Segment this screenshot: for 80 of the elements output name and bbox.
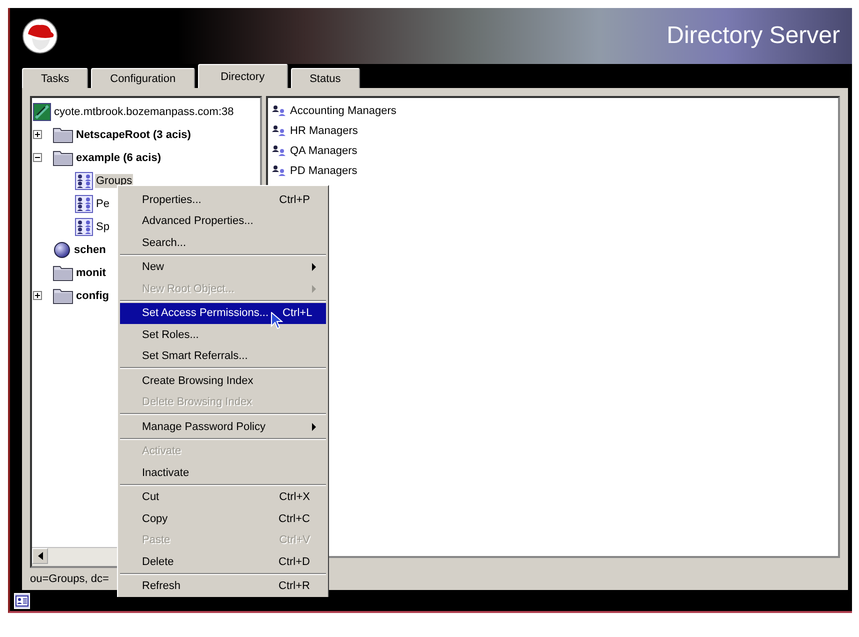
- tab[interactable]: Tasks: [22, 68, 88, 88]
- globe-icon: [53, 240, 71, 258]
- folder-icon: [53, 126, 73, 142]
- left-arrow-icon[interactable]: [38, 552, 42, 560]
- group-icon: [272, 125, 286, 137]
- menu-item[interactable]: Properties... Ctrl+P: [120, 189, 326, 210]
- menu-item-label: Create Browsing Index: [142, 374, 254, 387]
- shortcut-text: Ctrl+V: [279, 534, 311, 546]
- menu-item-label: Delete Browsing Index: [142, 396, 252, 408]
- folder-icon: [53, 150, 73, 166]
- menu-item[interactable]: Set Smart Referrals...: [120, 346, 326, 367]
- menu-item-label: Copy: [142, 512, 168, 525]
- shortcut-text: Ctrl+D: [278, 556, 311, 568]
- menu-item-label: Manage Password Policy: [142, 420, 266, 433]
- tree-item[interactable]: NetscapeRoot (3 acis): [75, 128, 192, 142]
- tree-item[interactable]: monit: [75, 266, 107, 280]
- app-title: Directory Server: [666, 22, 840, 50]
- submenu-arrow-icon: [312, 263, 316, 272]
- menu-item-label: Refresh: [142, 580, 181, 592]
- menu-item-label: Cut: [142, 491, 160, 504]
- menu-item[interactable]: Set Roles...: [120, 324, 326, 346]
- tree-item[interactable]: Pe: [95, 196, 110, 210]
- tree-item[interactable]: cyote.mtbrook.bozemanpass.com:38: [53, 104, 235, 118]
- menu-item-label: Paste: [142, 534, 170, 546]
- menu-item[interactable]: Copy Ctrl+C: [120, 508, 326, 530]
- menu-item[interactable]: Cut Ctrl+X: [120, 486, 326, 508]
- list-item[interactable]: Accounting Managers: [290, 105, 396, 117]
- menu-item[interactable]: Advanced Properties...: [120, 210, 326, 232]
- folder-icon: [53, 288, 73, 304]
- status-text: ou=Groups, dc=: [30, 573, 109, 585]
- menu-item[interactable]: New: [120, 256, 326, 278]
- tree-item[interactable]: Groups: [95, 174, 134, 188]
- menu-item-label: New Root Object...: [142, 282, 234, 295]
- list-item[interactable]: QA Managers: [290, 145, 358, 157]
- menu-item[interactable]: Manage Password Policy: [120, 416, 326, 438]
- menu-item[interactable]: Delete Ctrl+D: [120, 551, 326, 572]
- group-icon: [75, 218, 93, 236]
- group-icon: [272, 145, 286, 157]
- group-icon: [75, 172, 93, 190]
- logo-icon: [22, 18, 58, 54]
- submenu-arrow-icon: [312, 422, 316, 431]
- group-icon: [75, 194, 93, 212]
- menu-item-label: Activate: [142, 445, 182, 458]
- list-item[interactable]: PD Managers: [290, 165, 358, 177]
- menu-item-label: Inactivate: [142, 466, 190, 479]
- tree-item[interactable]: Sp: [95, 220, 110, 234]
- shortcut-text: Ctrl+C: [278, 512, 311, 525]
- menu-item[interactable]: Create Browsing Index: [120, 370, 326, 392]
- group-icon: [272, 165, 286, 177]
- menu-item-label: Properties...: [142, 194, 202, 206]
- group-icon: [272, 105, 286, 117]
- expand-icon[interactable]: [33, 291, 42, 300]
- tree-item[interactable]: config: [75, 288, 110, 302]
- menu-item[interactable]: Inactivate: [120, 462, 326, 484]
- tab[interactable]: Directory: [198, 64, 288, 88]
- shortcut-text: Ctrl+L: [282, 307, 314, 320]
- tab[interactable]: Configuration: [91, 68, 195, 88]
- cursor-icon: [270, 312, 283, 330]
- menu-item-label: New: [142, 261, 164, 274]
- shortcut-text: Ctrl+P: [279, 194, 311, 206]
- tree-item[interactable]: example (6 acis): [75, 150, 162, 164]
- collapse-icon[interactable]: [33, 153, 42, 162]
- submenu-arrow-icon: [312, 284, 316, 293]
- menu-item-label: Set Access Permissions...: [142, 307, 269, 320]
- menu-item[interactable]: Refresh Ctrl+R: [120, 576, 326, 597]
- menu-item-label: Search...: [142, 236, 186, 249]
- folder-icon: [53, 264, 73, 280]
- contact-card-icon[interactable]: [14, 592, 30, 608]
- shortcut-text: Ctrl+X: [279, 491, 311, 504]
- menu-item-label: Set Roles...: [142, 328, 199, 341]
- server-icon: [33, 102, 51, 120]
- menu-item[interactable]: Search...: [120, 232, 326, 254]
- expand-icon[interactable]: [33, 130, 42, 139]
- menu-item-label: Delete: [142, 556, 174, 568]
- menu-item-label: Advanced Properties...: [142, 215, 254, 228]
- shortcut-text: Ctrl+R: [278, 580, 311, 592]
- tab[interactable]: Status: [290, 68, 360, 88]
- tree-item[interactable]: schen: [73, 242, 107, 256]
- list-item[interactable]: HR Managers: [290, 125, 358, 137]
- menu-item-label: Set Smart Referrals...: [142, 350, 248, 362]
